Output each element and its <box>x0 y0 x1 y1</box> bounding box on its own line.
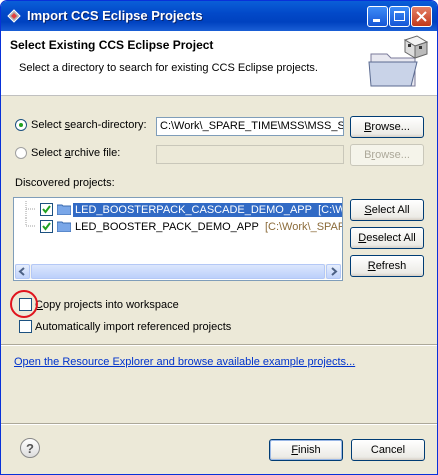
archive-file-radio[interactable] <box>15 147 27 159</box>
search-directory-label: Select search-directory: <box>31 119 147 131</box>
project-row-cascade-demo[interactable]: LED_BOOSTERPACK_CASCADE_DEMO_APP [C:\Wor… <box>14 201 343 218</box>
import-dialog: Import CCS Eclipse Projects Select Exist… <box>0 0 438 475</box>
search-directory-field[interactable]: C:\Work\_SPARE_TIME\MSS\MSS_SR <box>156 117 344 136</box>
minimize-button[interactable] <box>367 6 388 27</box>
projects-list[interactable]: LED_BOOSTERPACK_CASCADE_DEMO_APP [C:\Wor… <box>13 197 343 281</box>
maximize-button[interactable] <box>389 6 410 27</box>
scroll-right-button[interactable] <box>326 264 341 279</box>
discovered-projects-label: Discovered projects: <box>15 177 115 189</box>
project-row-booster-demo[interactable]: LED_BOOSTER_PACK_DEMO_APP [C:\Work\_SPAR… <box>14 218 342 235</box>
arrow-left-icon <box>18 267 25 276</box>
search-directory-radio[interactable] <box>15 119 27 131</box>
close-button[interactable] <box>411 6 432 27</box>
import-folder-icon <box>368 35 429 87</box>
project-checkbox[interactable] <box>40 220 53 233</box>
close-icon <box>416 11 427 22</box>
browse-directory-button[interactable]: Browse... <box>350 116 424 138</box>
ccs-app-icon <box>7 9 21 23</box>
help-icon[interactable]: ? <box>20 438 40 458</box>
tree-connector-icon <box>25 218 36 227</box>
deselect-all-button[interactable]: Deselect All <box>350 227 424 249</box>
project-title: LED_BOOSTERPACK_CASCADE_DEMO_APP <box>75 204 312 216</box>
cancel-button[interactable]: Cancel <box>351 439 425 461</box>
scroll-left-button[interactable] <box>15 264 30 279</box>
annotation-highlight-circle <box>10 290 38 318</box>
tree-connector-icon <box>25 201 36 218</box>
finish-button[interactable]: Finish <box>269 439 343 461</box>
title-bar[interactable]: Import CCS Eclipse Projects <box>1 1 437 31</box>
check-icon <box>42 205 51 214</box>
scrollbar-thumb[interactable] <box>31 264 325 279</box>
archive-file-label: Select archive file: <box>31 147 121 159</box>
page-title: Select Existing CCS Eclipse Project <box>10 38 214 52</box>
project-title: LED_BOOSTER_PACK_DEMO_APP <box>75 221 259 233</box>
project-folder-icon <box>57 221 71 232</box>
resource-explorer-link[interactable]: Open the Resource Explorer and browse av… <box>14 356 355 368</box>
copy-projects-label: Copy projects into workspace <box>35 299 179 311</box>
project-name: LED_BOOSTER_PACK_DEMO_APP [C:\Work\_SPAR… <box>73 220 342 234</box>
select-all-button[interactable]: Select All <box>350 199 424 221</box>
project-checkbox[interactable] <box>40 203 53 216</box>
auto-import-label: Automatically import referenced projects <box>35 321 232 333</box>
archive-file-field[interactable] <box>156 145 344 164</box>
arrow-right-icon <box>331 267 338 276</box>
window-title: Import CCS Eclipse Projects <box>27 8 203 23</box>
maximize-icon <box>394 11 405 21</box>
page-description: Select a directory to search for existin… <box>19 62 318 74</box>
project-name: LED_BOOSTERPACK_CASCADE_DEMO_APP [C:\Wor… <box>73 203 343 217</box>
divider <box>1 423 437 425</box>
project-path: [C:\Work\_ <box>318 204 343 216</box>
project-folder-icon <box>57 204 71 215</box>
divider <box>1 344 437 346</box>
project-path: [C:\Work\_SPARE_T <box>264 221 342 233</box>
minimize-icon <box>373 19 380 22</box>
horizontal-scrollbar[interactable] <box>15 264 341 279</box>
auto-import-checkbox[interactable] <box>19 320 32 333</box>
browse-archive-button[interactable]: Browse... <box>350 144 424 166</box>
refresh-button[interactable]: Refresh <box>350 255 424 277</box>
wizard-header: Select Existing CCS Eclipse Project Sele… <box>1 31 437 96</box>
check-icon <box>42 222 51 231</box>
